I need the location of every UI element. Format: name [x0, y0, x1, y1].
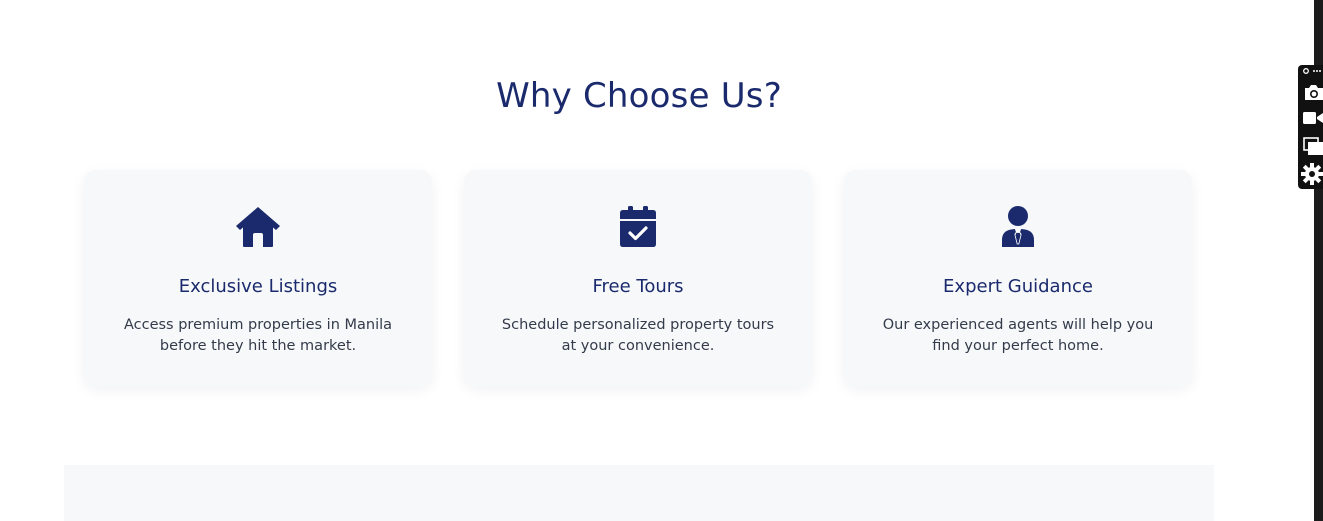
link-more-icon[interactable]	[1298, 67, 1323, 77]
calendar-check-icon	[464, 206, 812, 250]
feature-card-exclusive-listings: Exclusive Listings Access premium proper…	[84, 170, 432, 386]
window-icon[interactable]	[1298, 137, 1323, 157]
house-icon	[84, 206, 432, 250]
user-tie-icon	[844, 206, 1192, 250]
feature-description: Schedule personalized property tours at …	[501, 317, 775, 354]
feature-description: Access premium properties in Manila befo…	[123, 317, 393, 354]
features-grid: Exclusive Listings Access premium proper…	[84, 170, 1194, 386]
gear-icon[interactable]	[1298, 163, 1323, 185]
capture-toolbar	[1298, 65, 1323, 189]
feature-title: Free Tours	[592, 276, 684, 297]
video-icon[interactable]	[1298, 110, 1323, 130]
feature-title: Exclusive Listings	[178, 276, 338, 297]
feature-card-free-tours: Free Tours Schedule personalized propert…	[464, 170, 812, 386]
section-heading: Why Choose Us?	[496, 76, 782, 116]
page: Why Choose Us? Exclusive Listings Access…	[0, 0, 1323, 521]
camera-icon[interactable]	[1298, 83, 1323, 103]
feature-title: Expert Guidance	[943, 276, 1093, 297]
feature-description: Our experienced agents will help you fin…	[882, 317, 1154, 354]
feature-card-expert-guidance: Expert Guidance Our experienced agents w…	[844, 170, 1192, 386]
next-section-panel	[64, 465, 1214, 521]
